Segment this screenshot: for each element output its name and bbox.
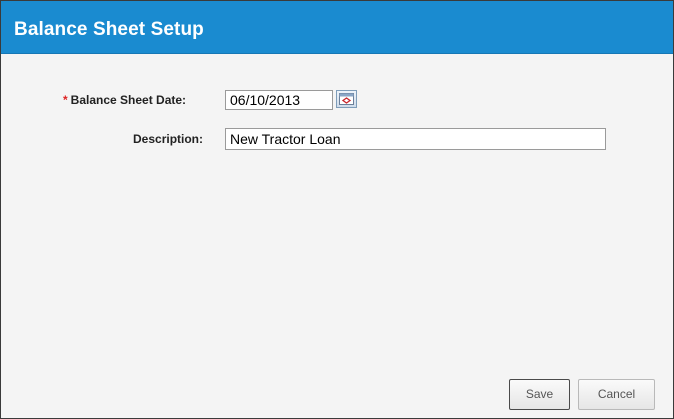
save-button[interactable]: Save bbox=[509, 379, 570, 410]
date-picker-button[interactable] bbox=[336, 90, 357, 108]
description-input[interactable] bbox=[225, 128, 606, 150]
dialog-title: Balance Sheet Setup bbox=[14, 19, 204, 40]
balance-sheet-date-label: * Balance Sheet Date: bbox=[63, 93, 186, 107]
cancel-button[interactable]: Cancel bbox=[578, 379, 655, 410]
calendar-icon bbox=[339, 93, 354, 105]
required-marker: * bbox=[63, 93, 68, 107]
balance-sheet-setup-dialog: Balance Sheet Setup * Balance Sheet Date:… bbox=[0, 0, 674, 419]
description-label: Description: bbox=[133, 132, 204, 146]
balance-sheet-date-input[interactable] bbox=[225, 90, 333, 110]
dialog-title-bar: Balance Sheet Setup bbox=[1, 1, 673, 54]
balance-sheet-date-label-text: Balance Sheet Date: bbox=[70, 93, 187, 107]
